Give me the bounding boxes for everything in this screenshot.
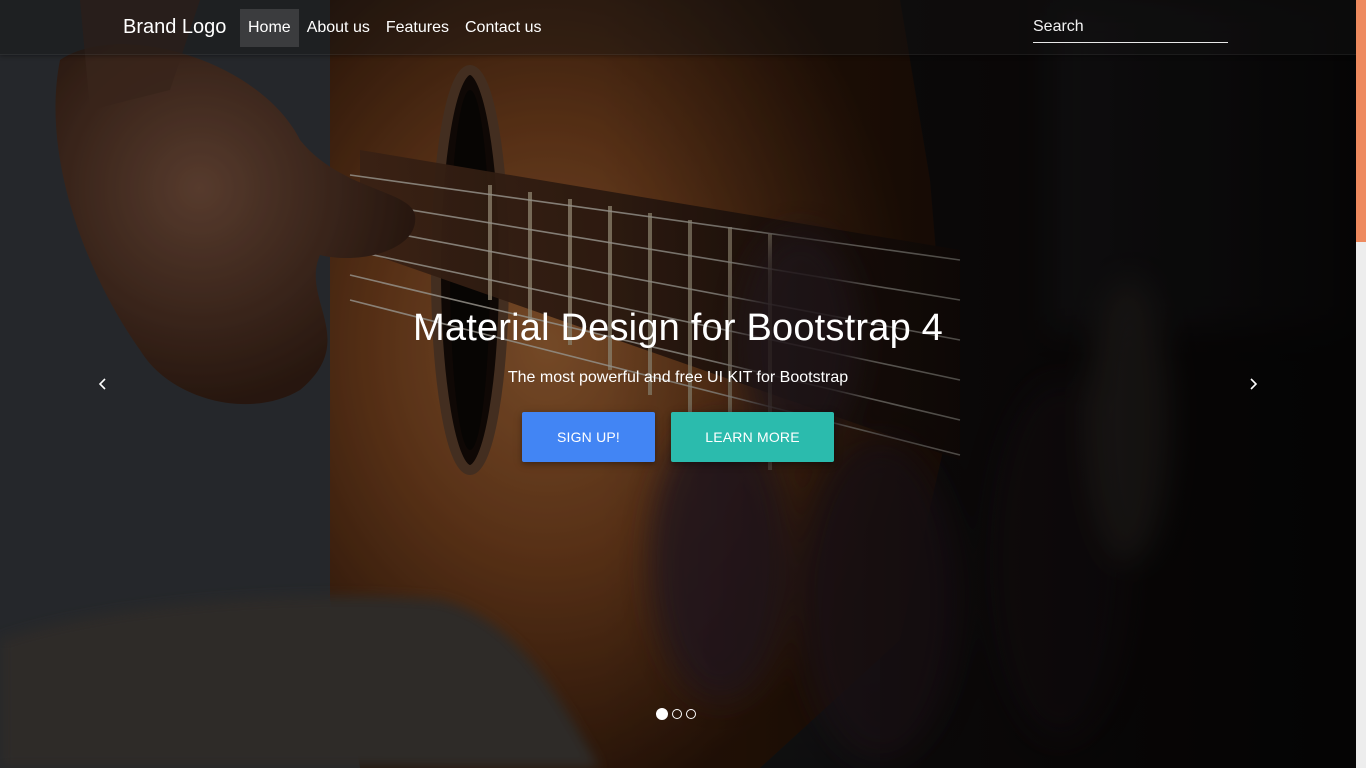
- learn-more-button[interactable]: LEARN MORE: [671, 412, 834, 462]
- chevron-right-icon: [1250, 378, 1258, 390]
- nav-item-features[interactable]: Features: [378, 9, 457, 47]
- sign-up-button[interactable]: SIGN UP!: [522, 412, 655, 462]
- brand-logo[interactable]: Brand Logo: [123, 15, 226, 39]
- nav-item-about-us[interactable]: About us: [299, 9, 378, 47]
- nav-menu: Home About us Features Contact us: [240, 9, 549, 47]
- carousel-prev-button[interactable]: [90, 372, 114, 396]
- carousel-indicator-1[interactable]: [656, 708, 668, 720]
- carousel-next-button[interactable]: [1242, 372, 1266, 396]
- nav-item-contact-us[interactable]: Contact us: [457, 9, 549, 47]
- chevron-left-icon: [98, 378, 106, 390]
- scrollbar-thumb[interactable]: [1356, 0, 1366, 242]
- nav-item-home[interactable]: Home: [240, 9, 299, 47]
- page-scrollbar[interactable]: [1356, 0, 1366, 768]
- top-navbar: Brand Logo Home About us Features Contac…: [0, 0, 1356, 55]
- hero-title: Material Design for Bootstrap 4: [413, 307, 943, 349]
- landing-page: Material Design for Bootstrap 4 The most…: [0, 0, 1366, 768]
- search-input[interactable]: [1033, 12, 1228, 43]
- hero-subtitle: The most powerful and free UI KIT for Bo…: [507, 369, 849, 386]
- carousel-indicator-2[interactable]: [672, 709, 682, 719]
- carousel-indicator-3[interactable]: [686, 709, 696, 719]
- carousel-indicators: [656, 708, 696, 720]
